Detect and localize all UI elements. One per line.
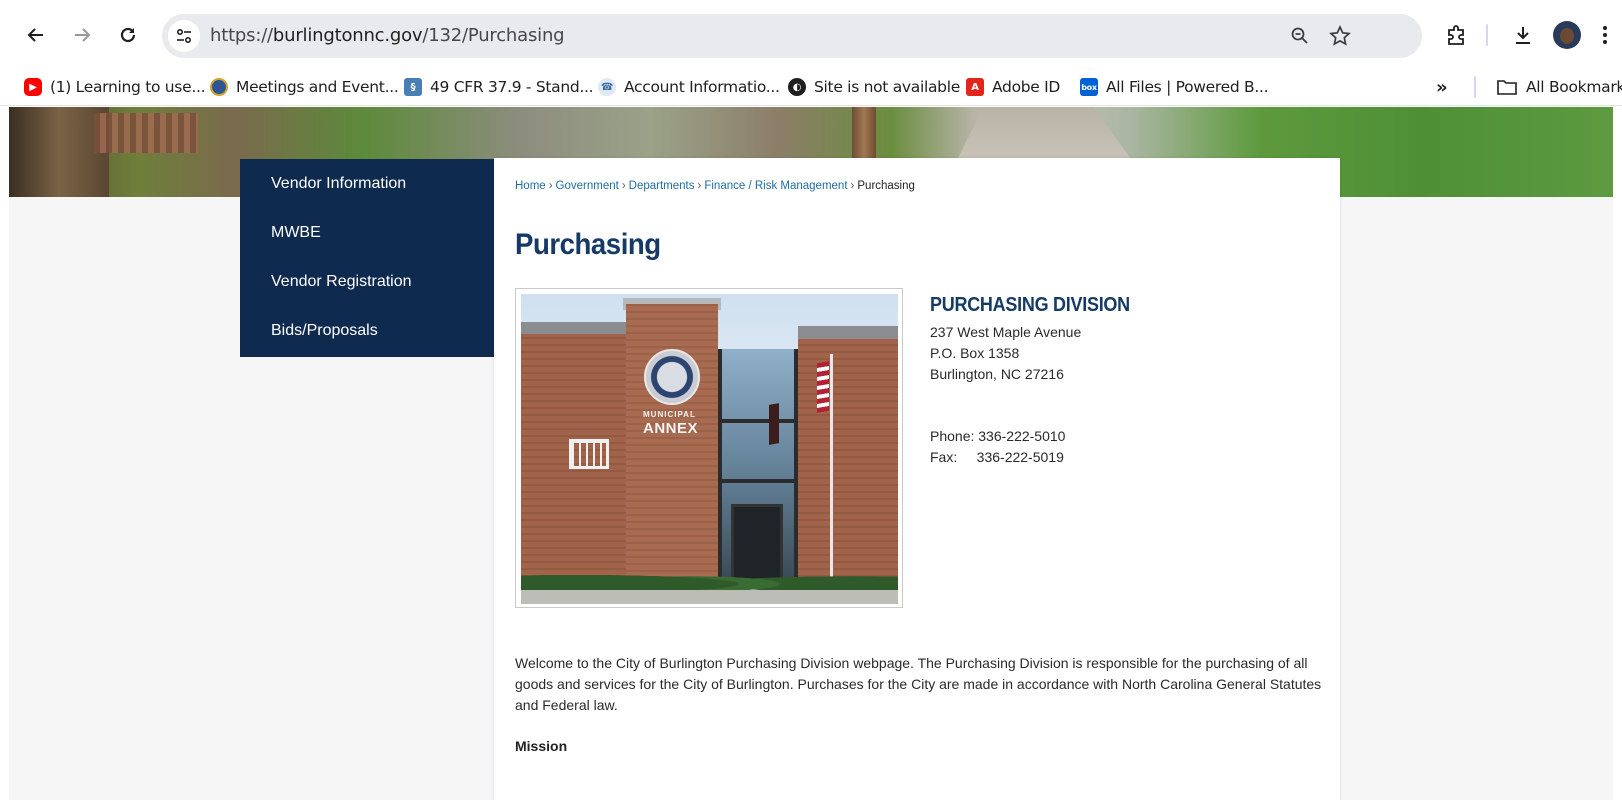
photo-sign-small: MUNICIPAL <box>643 410 696 419</box>
forward-button[interactable] <box>64 17 100 53</box>
nav-mwbe[interactable]: MWBE <box>271 224 321 242</box>
address-line: P.O. Box 1358 <box>930 345 1020 361</box>
chevron-double-right-icon: » <box>1436 76 1448 98</box>
zoom-icon[interactable] <box>1288 24 1312 48</box>
breadcrumb: Home › Government › Departments › Finance / Ri… <box>515 180 915 192</box>
bookmark-item[interactable]: ▶ (1) Learning to use... <box>24 76 206 98</box>
division-title: PURCHASING DIVISION <box>930 294 1130 316</box>
bookmark-item[interactable]: ◐ Site is not available <box>788 76 960 98</box>
address-line: 237 West Maple Avenue <box>930 324 1082 340</box>
address-bar[interactable]: https://burlingtonnc.gov/132/Purchasing <box>162 14 1422 58</box>
main-content: Home › Government › Departments › Finance / Ri… <box>494 158 1340 800</box>
bookmark-star-icon[interactable] <box>1328 24 1352 48</box>
nav-bids-proposals[interactable]: Bids/Proposals <box>271 322 378 340</box>
city-seal-icon <box>644 349 700 405</box>
phone-icon: ☎ <box>598 78 616 96</box>
adobe-icon: A <box>966 78 984 96</box>
reload-button[interactable] <box>110 17 146 53</box>
breadcrumb-finance[interactable]: Finance / Risk Management <box>704 180 847 192</box>
url-text[interactable]: https://burlingtonnc.gov/132/Purchasing <box>210 25 565 46</box>
photo-sign-large: ANNEX <box>643 420 699 437</box>
seal-icon <box>210 78 228 96</box>
bookmark-label: Adobe ID <box>992 78 1061 96</box>
kebab-menu-icon <box>1603 26 1607 44</box>
bookmark-label: Account Informatio... <box>624 78 780 96</box>
bookmark-label: 49 CFR 37.9 - Stand... <box>430 78 594 96</box>
fax-number: Fax: 336-222-5019 <box>930 449 1064 465</box>
bookmark-item[interactable]: Meetings and Event... <box>210 76 399 98</box>
bookmarks-bar: ▶ (1) Learning to use... Meetings and Ev… <box>0 68 1622 106</box>
url-host: burlingtonnc.gov <box>272 25 423 46</box>
toolbar-separator <box>1486 24 1488 46</box>
page-viewport: Vendor Information MWBE Vendor Registrat… <box>9 107 1613 800</box>
profile-avatar[interactable] <box>1553 21 1581 49</box>
reload-icon <box>120 27 136 43</box>
side-nav: Vendor Information MWBE Vendor Registrat… <box>240 159 496 357</box>
url-path: /132/Purchasing <box>422 25 565 46</box>
url-scheme: https:// <box>210 25 273 46</box>
address-line: Burlington, NC 27216 <box>930 366 1064 382</box>
page-title: Purchasing <box>515 228 661 261</box>
back-arrow-icon <box>27 28 43 42</box>
extensions-button[interactable] <box>1438 17 1474 53</box>
browser-menu-button[interactable] <box>1595 17 1615 53</box>
globe-icon: ◐ <box>788 78 806 96</box>
bookmark-label: All Files | Powered B... <box>1106 78 1269 96</box>
bookmark-label: Meetings and Event... <box>236 78 399 96</box>
browser-toolbar: https://burlingtonnc.gov/132/Purchasing <box>0 0 1622 68</box>
back-button[interactable] <box>18 17 54 53</box>
all-bookmarks-label: All Bookmarks <box>1526 78 1622 96</box>
downloads-button[interactable] <box>1505 17 1541 53</box>
nav-vendor-information[interactable]: Vendor Information <box>271 175 406 193</box>
phone-number: Phone: 336-222-5010 <box>930 428 1066 444</box>
municipal-annex-photo: MUNICIPAL ANNEX <box>515 288 903 608</box>
intro-paragraph: Welcome to the City of Burlington Purcha… <box>515 655 1322 713</box>
bookmark-item[interactable]: ☎ Account Informatio... <box>598 76 780 98</box>
site-info-button[interactable] <box>168 20 200 52</box>
bookmarks-overflow-button[interactable]: » <box>1436 76 1448 98</box>
box-icon: box <box>1080 78 1098 96</box>
bookmarks-separator <box>1474 76 1476 98</box>
nav-vendor-registration[interactable]: Vendor Registration <box>271 273 412 291</box>
youtube-icon: ▶ <box>24 78 42 96</box>
mission-heading: Mission <box>515 738 568 754</box>
folder-icon <box>1497 80 1517 95</box>
bookmark-item[interactable]: § 49 CFR 37.9 - Stand... <box>404 76 594 98</box>
puzzle-icon <box>1448 25 1464 45</box>
breadcrumb-current: Purchasing <box>857 180 915 192</box>
forward-arrow-icon <box>75 28 91 42</box>
breadcrumb-departments[interactable]: Departments <box>629 180 695 192</box>
all-bookmarks-button[interactable]: All Bookmarks <box>1496 76 1622 98</box>
breadcrumb-home[interactable]: Home <box>515 180 546 192</box>
bookmark-item[interactable]: A Adobe ID <box>966 76 1060 98</box>
bookmark-item[interactable]: box All Files | Powered B... <box>1080 76 1269 98</box>
tune-icon <box>176 28 192 44</box>
breadcrumb-government[interactable]: Government <box>556 180 619 192</box>
document-icon: § <box>404 78 422 96</box>
bookmark-label: Site is not available <box>814 78 960 96</box>
bookmark-label: (1) Learning to use... <box>50 78 206 96</box>
download-icon <box>1516 27 1530 44</box>
